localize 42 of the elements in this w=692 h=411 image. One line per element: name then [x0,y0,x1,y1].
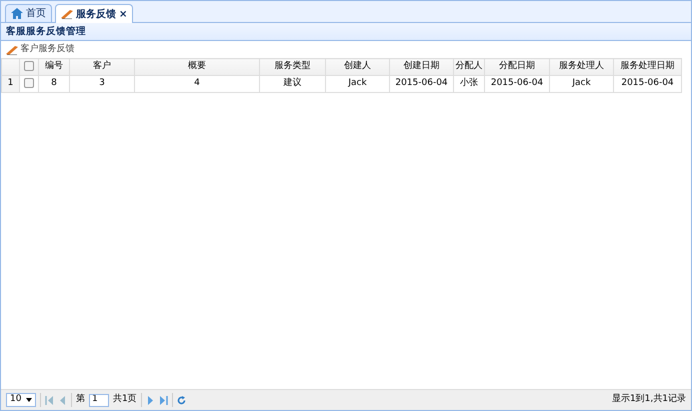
next-page-icon[interactable] [146,396,155,404]
table-cell: Jack [550,76,614,92]
page-size-select[interactable]: 10 [6,393,36,407]
tab[interactable]: 首页 [5,4,52,22]
table-cell: Jack [326,76,390,92]
pen-icon [61,9,73,19]
column-header[interactable]: 分配日期 [484,58,550,76]
refresh-icon[interactable] [176,396,186,404]
table-cell: 2015-06-04 [484,76,550,92]
close-icon[interactable]: × [119,6,128,22]
table-cell: 3 [70,76,134,92]
table-cell: 4 [134,76,260,92]
column-header[interactable]: 创建人 [326,58,390,76]
pager-summary: 显示1到1,共1记录 [612,393,686,406]
column-header[interactable]: 服务处理日期 [614,58,682,76]
checkbox[interactable] [24,60,34,71]
pen-icon [6,44,18,54]
table-cell: 8 [38,76,70,92]
last-page-icon[interactable] [158,396,168,404]
table-cell: 2015-06-04 [390,76,454,92]
page-label: 第 [76,393,85,406]
column-header[interactable]: 服务类型 [260,58,326,76]
caret-icon [26,398,32,402]
column-header[interactable]: 概要 [134,58,260,76]
checkbox[interactable] [24,78,34,88]
tab[interactable]: 服务反馈 × [55,4,134,23]
row-number: 1 [2,76,20,92]
column-header[interactable]: 编号 [38,58,70,76]
column-header[interactable]: 创建日期 [390,58,454,76]
previous-page-icon[interactable] [58,396,67,404]
panel-title: 客服服务反馈管理 [1,23,691,41]
table-cell: 小张 [454,76,484,92]
toolbar-button[interactable]: 客户服务反馈 [6,42,74,56]
table-cell: 建议 [260,76,326,92]
first-page-icon[interactable] [45,396,54,404]
column-header[interactable]: 分配人 [454,58,484,76]
table-cell: 2015-06-04 [614,76,682,92]
page-input[interactable]: 1 [89,394,109,406]
page-total: 共1页 [113,393,137,406]
column-header[interactable]: 服务处理人 [550,58,614,76]
home-icon [11,8,23,19]
column-header[interactable]: 客户 [70,58,134,76]
